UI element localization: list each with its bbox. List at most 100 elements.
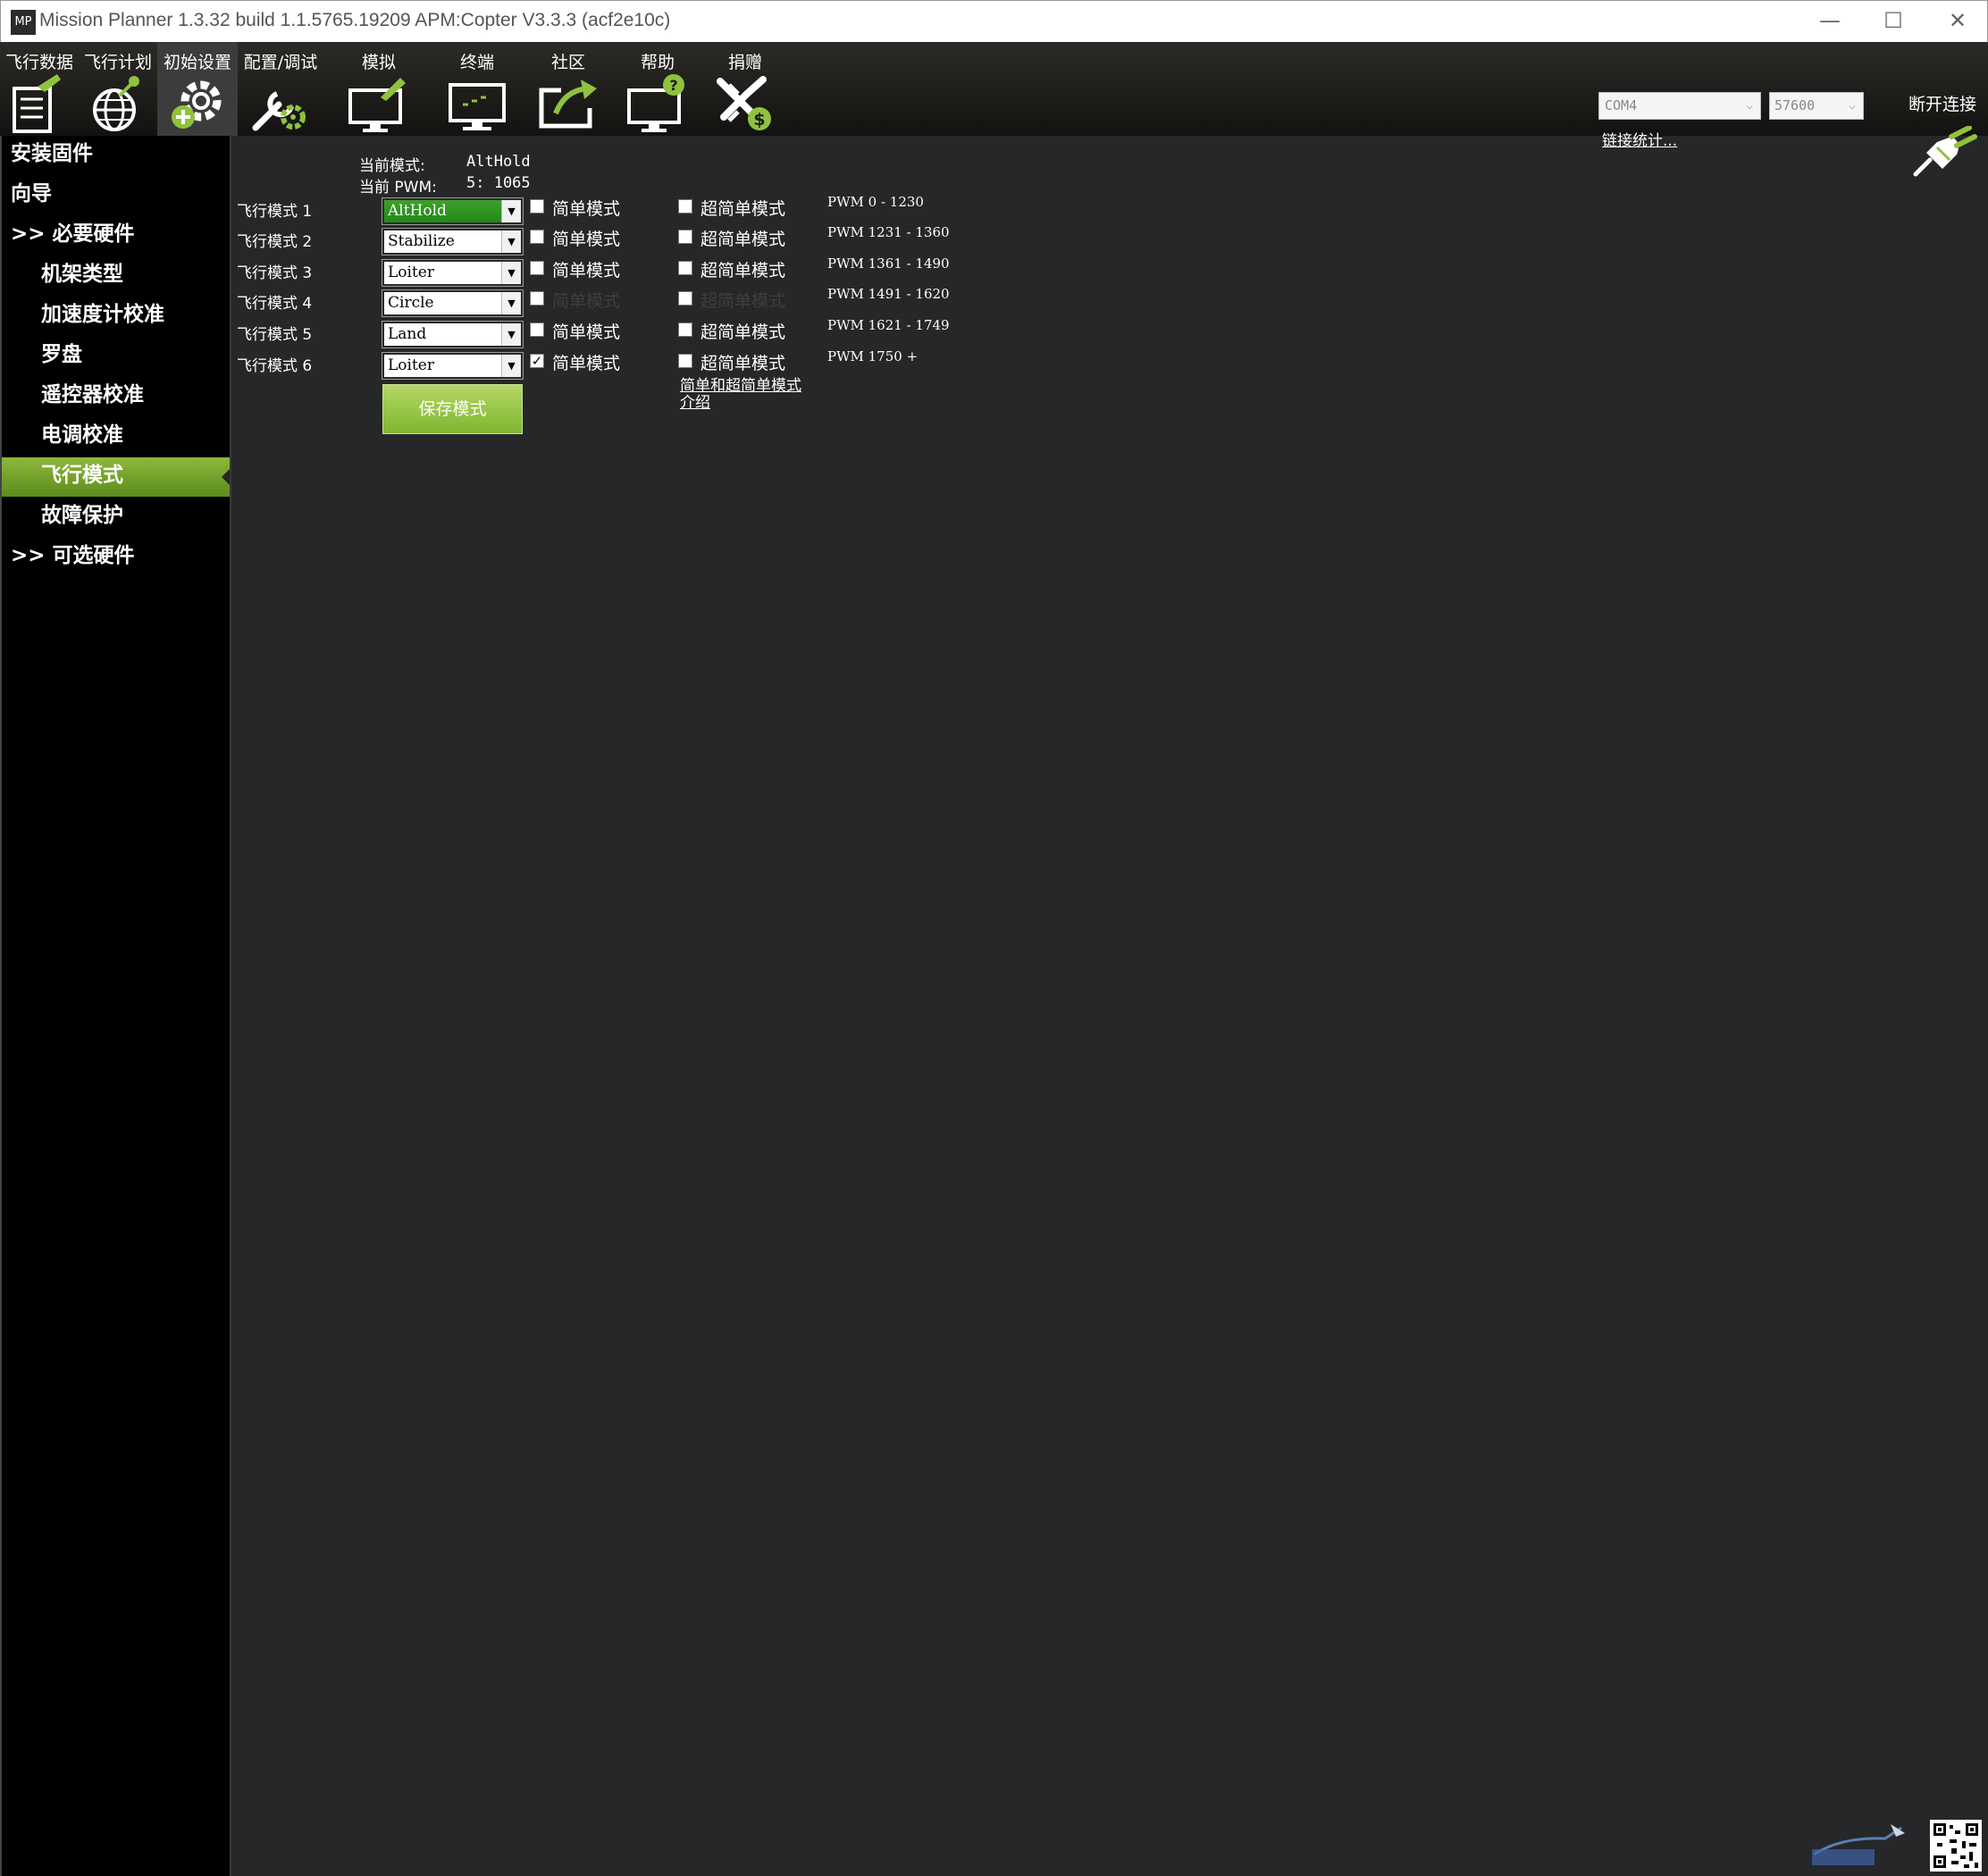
sidebar-item-optional-hardware[interactable]: >> 可选硬件 bbox=[2, 538, 231, 577]
simple-mode-6-label: 简单模式 bbox=[552, 354, 621, 373]
sidebar-item-accel-calibration[interactable]: 加速度计校准 bbox=[2, 297, 231, 336]
super-simple-mode-1-checkbox[interactable] bbox=[678, 199, 692, 214]
forum-watermark-logo bbox=[1812, 1824, 1905, 1865]
simple-mode-5-label: 简单模式 bbox=[552, 322, 621, 342]
dropdown-arrow-icon: ▼ bbox=[501, 323, 521, 346]
flight-plan-icon bbox=[93, 76, 139, 131]
super-simple-mode-3-checkbox[interactable] bbox=[678, 261, 692, 275]
simple-mode-1-checkbox[interactable] bbox=[530, 199, 544, 214]
sidebar-item-label: 机架类型 bbox=[41, 263, 123, 286]
help-icon: ? bbox=[627, 74, 684, 132]
community-icon bbox=[539, 80, 597, 129]
simple-mode-6-checkbox[interactable]: ✓ bbox=[530, 354, 544, 368]
flight-mode-1-select[interactable]: AltHold ▼ bbox=[382, 197, 524, 225]
minimize-button[interactable]: — bbox=[1799, 1, 1861, 43]
menu-flight-data[interactable]: 飞行数据 bbox=[0, 42, 79, 136]
help-link-line-1: 简单和超简单模式 bbox=[680, 377, 801, 395]
qr-code bbox=[1930, 1820, 1982, 1872]
menu-config-tuning[interactable]: 配置/调试 bbox=[238, 42, 323, 136]
menu-help[interactable]: 帮助 ? bbox=[618, 42, 697, 136]
simple-mode-3-label: 简单模式 bbox=[552, 261, 621, 281]
menu-label: 帮助 bbox=[640, 53, 675, 72]
flight-mode-2-value: Stabilize bbox=[388, 232, 455, 250]
super-simple-mode-5-checkbox[interactable] bbox=[678, 322, 692, 337]
sidebar-item-install-firmware[interactable]: 安装固件 bbox=[2, 136, 231, 175]
super-simple-mode-6-checkbox[interactable] bbox=[678, 354, 692, 368]
close-button[interactable]: ✕ bbox=[1926, 1, 1988, 43]
simple-mode-2-checkbox[interactable] bbox=[530, 230, 544, 244]
menu-simulation[interactable]: 模拟 bbox=[340, 42, 418, 136]
flight-mode-3-value: Loiter bbox=[388, 264, 434, 281]
sidebar-item-radio-calibration[interactable]: 遥控器校准 bbox=[2, 377, 231, 416]
flight-mode-1-label: 飞行模式 1 bbox=[237, 203, 313, 221]
menu-community[interactable]: 社区 bbox=[529, 42, 608, 136]
sidebar-item-failsafe[interactable]: 故障保护 bbox=[2, 498, 231, 537]
flight-mode-3-label: 飞行模式 3 bbox=[237, 264, 313, 282]
baud-rate-select[interactable]: 57600 ⌵ bbox=[1769, 92, 1864, 120]
flight-mode-5-select[interactable]: Land ▼ bbox=[382, 321, 524, 348]
plug-connect-icon[interactable] bbox=[1910, 126, 1978, 178]
sidebar-item-esc-calibration[interactable]: 电调校准 bbox=[2, 417, 231, 456]
menu-terminal[interactable]: 终端 bbox=[438, 42, 516, 136]
help-link-line-2: 介绍 bbox=[680, 394, 710, 412]
menu-label: 飞行数据 bbox=[4, 53, 73, 72]
sidebar-item-mandatory-hardware[interactable]: >> 必要硬件 bbox=[2, 216, 231, 255]
sidebar-item-label: 故障保护 bbox=[41, 504, 123, 527]
disconnect-label[interactable]: 断开连接 bbox=[1908, 91, 1976, 115]
sidebar-item-flight-modes[interactable]: 飞行模式 bbox=[2, 457, 231, 497]
main-menu-bar: 飞行数据 飞行计划 初始设置 配置/调试 模拟 终端 社区 帮助 ? 捐赠 $ … bbox=[0, 42, 1988, 177]
flight-mode-2-label: 飞行模式 2 bbox=[237, 233, 313, 251]
pwm-range-1: PWM 0 - 1230 bbox=[827, 194, 924, 210]
dropdown-arrow-icon: ▼ bbox=[501, 355, 521, 377]
link-stats-link[interactable]: 链接统计... bbox=[1602, 128, 1677, 150]
dropdown-arrow-icon: ▼ bbox=[501, 262, 521, 284]
simple-mode-1-label: 简单模式 bbox=[552, 199, 621, 219]
super-simple-mode-2-label: 超简单模式 bbox=[700, 230, 786, 249]
sidebar-item-label: >> 可选硬件 bbox=[11, 544, 135, 567]
pwm-range-3: PWM 1361 - 1490 bbox=[827, 255, 950, 272]
baud-rate-value: 57600 bbox=[1774, 97, 1816, 113]
menu-initial-setup[interactable]: 初始设置 bbox=[157, 42, 238, 136]
initial-setup-icon bbox=[172, 80, 222, 129]
pwm-range-2: PWM 1231 - 1360 bbox=[827, 224, 950, 240]
window-title: Mission Planner 1.3.32 build 1.1.5765.19… bbox=[39, 10, 671, 30]
super-simple-mode-2-checkbox[interactable] bbox=[678, 230, 692, 244]
donate-icon: $ bbox=[717, 76, 771, 130]
flight-mode-6-select[interactable]: Loiter ▼ bbox=[382, 352, 524, 380]
flight-mode-2-select[interactable]: Stabilize ▼ bbox=[382, 228, 524, 255]
menu-label: 初始设置 bbox=[163, 53, 231, 72]
sidebar-item-label: 加速度计校准 bbox=[41, 303, 164, 326]
save-modes-button[interactable]: 保存模式 bbox=[382, 384, 523, 434]
menu-label: 飞行计划 bbox=[83, 53, 152, 72]
menu-donate[interactable]: 捐赠 $ bbox=[706, 42, 784, 136]
maximize-button[interactable]: ☐ bbox=[1862, 1, 1925, 43]
menu-label: 终端 bbox=[459, 53, 494, 72]
simple-mode-3-checkbox[interactable] bbox=[530, 261, 544, 275]
flight-mode-4-value: Circle bbox=[388, 294, 434, 312]
menu-label: 配置/调试 bbox=[243, 53, 318, 72]
sidebar-item-label: 电调校准 bbox=[41, 423, 123, 447]
com-port-select[interactable]: COM4 ⌵ bbox=[1598, 92, 1761, 120]
menu-flight-plan[interactable]: 飞行计划 bbox=[79, 42, 157, 136]
super-simple-mode-3-label: 超简单模式 bbox=[700, 261, 786, 281]
super-simple-mode-5-label: 超简单模式 bbox=[700, 322, 786, 342]
menu-label: 捐赠 bbox=[727, 53, 762, 72]
flight-data-icon bbox=[13, 74, 61, 133]
dropdown-arrow-icon: ▼ bbox=[501, 200, 521, 222]
flight-mode-1-value: AltHold bbox=[388, 202, 447, 220]
flight-mode-5-label: 飞行模式 5 bbox=[237, 326, 313, 344]
flight-mode-4-select[interactable]: Circle ▼ bbox=[382, 289, 524, 317]
sidebar-item-frame-type[interactable]: 机架类型 bbox=[2, 256, 231, 296]
sidebar-item-compass[interactable]: 罗盘 bbox=[2, 337, 231, 376]
sidebar-item-wizard[interactable]: 向导 bbox=[2, 176, 231, 215]
simple-mode-2-label: 简单模式 bbox=[552, 230, 621, 249]
current-mode-label: 当前模式: bbox=[359, 157, 425, 175]
sidebar-item-label: 飞行模式 bbox=[41, 464, 123, 487]
simple-mode-help-link[interactable]: 简单和超简单模式 介绍 bbox=[680, 378, 801, 412]
chevron-down-icon: ⌵ bbox=[1849, 99, 1856, 113]
simple-mode-4-label: 简单模式 bbox=[552, 291, 621, 311]
simple-mode-5-checkbox[interactable] bbox=[530, 322, 544, 337]
flight-mode-3-select[interactable]: Loiter ▼ bbox=[382, 259, 524, 287]
super-simple-mode-4-label: 超简单模式 bbox=[700, 291, 786, 311]
current-pwm-label: 当前 PWM: bbox=[359, 179, 437, 197]
